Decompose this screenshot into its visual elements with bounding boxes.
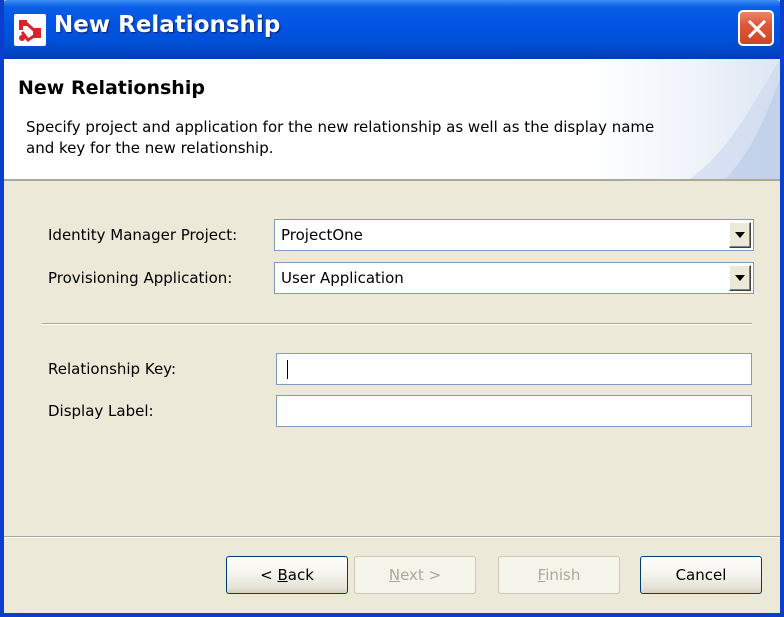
back-button-label: ack: [287, 566, 314, 584]
relationship-key-label: Relationship Key:: [48, 360, 177, 378]
finish-button[interactable]: Finish: [498, 556, 620, 594]
project-label: Identity Manager Project:: [48, 226, 238, 244]
application-select[interactable]: User Application: [274, 262, 754, 294]
close-button[interactable]: [738, 10, 774, 46]
relationship-key-input[interactable]: [276, 353, 752, 385]
close-icon: [748, 20, 766, 38]
back-button[interactable]: < Back: [226, 556, 348, 594]
relationship-icon: [14, 14, 46, 46]
page-title: New Relationship: [18, 77, 205, 99]
application-dropdown-button[interactable]: [729, 265, 751, 291]
cancel-button[interactable]: Cancel: [640, 556, 762, 594]
section-divider: [42, 323, 752, 325]
project-select-value: ProjectOne: [281, 226, 363, 244]
display-label-input[interactable]: [276, 395, 752, 427]
back-button-prefix: <: [260, 566, 278, 584]
new-relationship-dialog: New Relationship New Relationship Specif…: [0, 0, 784, 617]
project-dropdown-button[interactable]: [729, 222, 751, 248]
title-bar[interactable]: New Relationship: [4, 0, 780, 59]
application-select-value: User Application: [281, 269, 404, 287]
page-description: Specify project and application for the …: [26, 118, 655, 157]
window-title: New Relationship: [54, 12, 281, 38]
text-cursor: [287, 360, 288, 379]
next-button-label: ext >: [400, 566, 442, 584]
dropdown-arrow-icon: [735, 232, 745, 238]
back-button-mnemonic: B: [277, 566, 288, 584]
next-button[interactable]: Next >: [354, 556, 476, 594]
dropdown-arrow-icon: [735, 275, 745, 281]
footer-divider: [4, 536, 780, 538]
application-label: Provisioning Application:: [48, 269, 233, 287]
header-banner: New Relationship Specify project and app…: [4, 59, 780, 181]
display-label-label: Display Label:: [48, 402, 154, 420]
finish-button-label: inish: [545, 566, 581, 584]
next-button-mnemonic: N: [388, 566, 401, 584]
project-select[interactable]: ProjectOne: [274, 219, 754, 251]
